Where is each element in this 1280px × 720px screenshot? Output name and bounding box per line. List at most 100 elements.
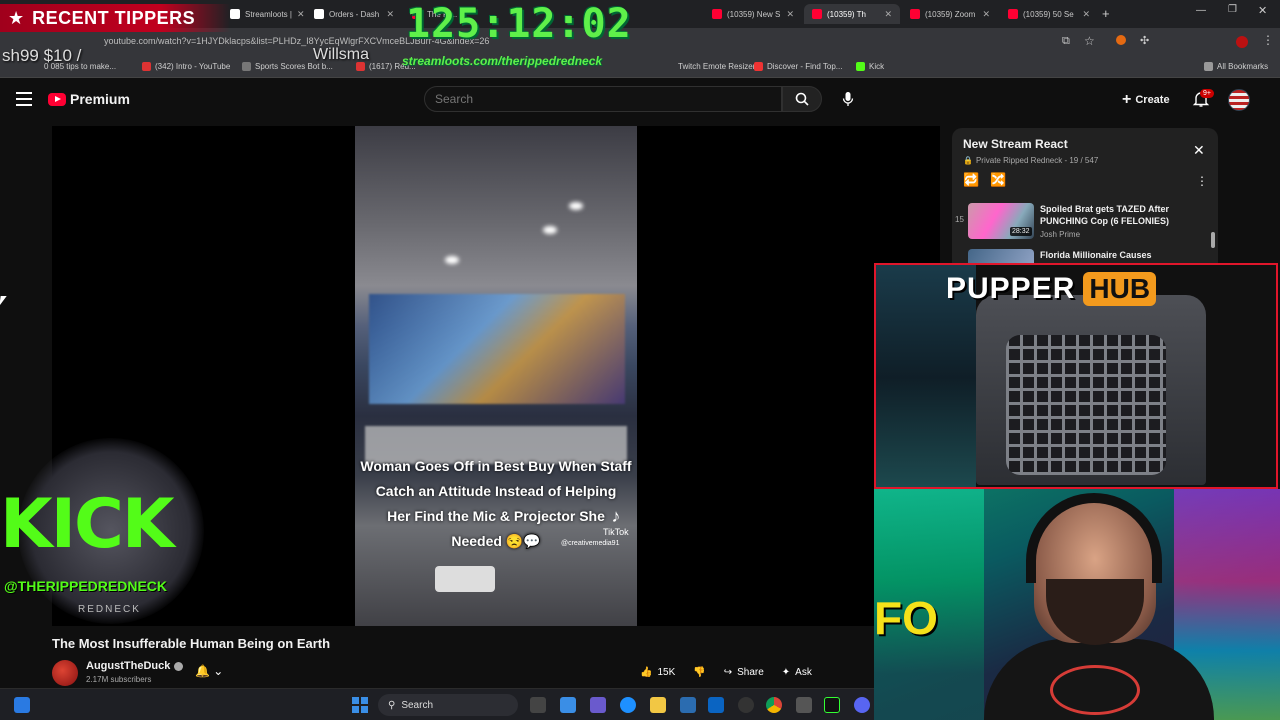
obs-icon[interactable] (738, 697, 754, 713)
caption-line: Her Find the Mic & Projector She (387, 508, 605, 524)
playlist-scrollbar[interactable] (1211, 232, 1215, 248)
terminal-icon[interactable] (824, 697, 840, 713)
channel-name[interactable]: AugustTheDuck (86, 660, 184, 672)
tipper-amount: sh99 $10 / (2, 46, 82, 65)
dislike-button[interactable]: 👎 (693, 667, 705, 678)
bookmark-item[interactable]: (342) Intro - YouTube (142, 62, 230, 71)
playlist-item-channel: Josh Prime (1040, 230, 1081, 239)
like-button[interactable]: 👍 15K (640, 667, 675, 678)
taskbar-search[interactable]: ⚲ Search (378, 694, 518, 716)
copilot-icon[interactable] (560, 697, 576, 713)
close-icon[interactable]: ✕ (884, 9, 892, 20)
youtube-icon (142, 62, 151, 71)
youtube-logo[interactable]: Premium (48, 91, 130, 107)
create-label: Create (1135, 94, 1170, 106)
bookmark-item[interactable]: Kick (856, 62, 884, 71)
recent-tippers-label: RECENT TIPPERS (32, 7, 196, 28)
all-bookmarks[interactable]: All Bookmarks (1204, 62, 1268, 71)
tab-active-video[interactable]: (10359) Th ✕ (804, 4, 900, 24)
shuffle-icon[interactable]: 🔀 (990, 172, 1006, 188)
share-button[interactable]: ↪ Share (724, 667, 764, 678)
tab-label: Orders - Dash (329, 9, 380, 19)
recent-tippers-banner: ★ RECENT TIPPERS (0, 4, 230, 32)
playlist-title[interactable]: New Stream React (963, 137, 1068, 151)
globe-icon (242, 62, 251, 71)
channel-avatar[interactable] (52, 660, 78, 686)
close-icon[interactable]: ✕ (297, 9, 304, 20)
outlook-icon[interactable] (708, 697, 724, 713)
edge-icon[interactable] (620, 697, 636, 713)
youtube-favicon-icon (712, 9, 722, 19)
bell-icon: 🔔 (195, 664, 210, 678)
app-icon[interactable] (796, 697, 812, 713)
discover-icon (754, 62, 763, 71)
tiktok-watermark: ♪ TikTok (603, 506, 629, 537)
task-view-icon[interactable] (530, 697, 546, 713)
ask-label: Ask (795, 666, 812, 678)
store-icon[interactable] (680, 697, 696, 713)
new-tab-button[interactable]: + (1102, 6, 1110, 21)
more-options-icon[interactable]: ⋮ (1196, 174, 1208, 188)
close-icon[interactable]: ✕ (386, 9, 394, 20)
yellow-sign: FO (874, 592, 938, 644)
subscription-bell-button[interactable]: 🔔 ⌄ (195, 664, 223, 678)
extension-icon[interactable] (1116, 35, 1126, 45)
close-window-button[interactable]: ✕ (1258, 4, 1267, 17)
minimize-button[interactable]: — (1196, 5, 1206, 16)
bookmark-item[interactable]: Discover - Find Top... (754, 62, 842, 71)
file-explorer-icon[interactable] (650, 697, 666, 713)
account-avatar[interactable] (1228, 89, 1250, 111)
bookmark-star-icon[interactable]: ☆ (1084, 34, 1095, 48)
video-frame: Woman Goes Off in Best Buy When Staff Ca… (355, 126, 637, 626)
create-button[interactable]: + Create (1122, 89, 1170, 111)
ceiling-light (543, 226, 557, 234)
bookmark-label: (342) Intro - YouTube (155, 62, 231, 71)
widgets-icon[interactable] (14, 697, 30, 713)
share-label: Share (737, 666, 764, 678)
like-count: 15K (657, 666, 676, 678)
teams-icon[interactable] (590, 697, 606, 713)
playlist-item-number: 15 (955, 215, 964, 224)
subscriber-count: 2.17M subscribers (86, 675, 152, 684)
video-title: The Most Insufferable Human Being on Ear… (52, 636, 331, 651)
search-button[interactable] (782, 86, 822, 112)
sparkle-icon: ✦ (781, 666, 791, 678)
chrome-icon[interactable] (766, 697, 782, 713)
playlist-item[interactable]: Florida Millionaire Causes (952, 246, 1218, 264)
cast-icon[interactable]: ⧉ (1062, 35, 1070, 48)
discord-icon[interactable] (854, 697, 870, 713)
tab-streamloots[interactable]: Streamloots | ✕ (222, 4, 304, 24)
projector-box (435, 566, 495, 592)
tab-orders[interactable]: Orders - Dash ✕ (306, 4, 402, 24)
playlist-item[interactable]: 15 28:32 Spoiled Brat gets TAZED After P… (952, 200, 1218, 244)
playlist-meta: Private Ripped Redneck - 19 / 547 (975, 156, 1099, 165)
close-icon[interactable]: ✕ (1082, 9, 1090, 20)
video-caption: Woman Goes Off in Best Buy When Staff Ca… (355, 454, 637, 554)
search-input[interactable] (435, 92, 755, 106)
video-actions: 👍 15K 👎 ↪ Share ✦ Ask (640, 662, 812, 682)
bookmark-label: All Bookmarks (1217, 62, 1269, 71)
close-icon[interactable]: ✕ (982, 9, 990, 20)
search-icon (795, 92, 809, 106)
windows-start-icon[interactable] (352, 697, 368, 713)
tab-new-stream[interactable]: (10359) New S ✕ (704, 4, 802, 24)
taskbar-search-label: Search (401, 699, 434, 711)
close-icon[interactable]: ✕ (786, 9, 794, 20)
bookmark-item[interactable]: Twitch Emote Resizer (678, 62, 755, 71)
hamburger-menu-icon[interactable] (16, 92, 32, 106)
loop-icon[interactable]: 🔁 (963, 172, 979, 188)
ask-button[interactable]: ✦ Ask (782, 667, 812, 678)
tipper-name: Willsma (313, 46, 369, 63)
crate-door (1006, 335, 1166, 475)
tab-zoom[interactable]: (10359) Zoom ✕ (902, 4, 998, 24)
kick-overlay: KICK @THERIPPEDREDNECK REDNECK (0, 434, 226, 624)
extensions-icon[interactable]: ✣ (1140, 34, 1149, 47)
profile-icon[interactable] (1236, 36, 1248, 48)
close-playlist-button[interactable]: ✕ (1193, 142, 1205, 159)
tab-50-se[interactable]: (10359) 50 Se ✕ (1000, 4, 1098, 24)
pupper-word: PUPPER (946, 272, 1076, 305)
maximize-button[interactable]: ❐ (1228, 4, 1237, 15)
menu-icon[interactable]: ⋮ (1262, 33, 1274, 47)
voice-search-button[interactable] (836, 87, 860, 111)
pupper-hub-logo: PUPPER HUB (946, 269, 1157, 309)
